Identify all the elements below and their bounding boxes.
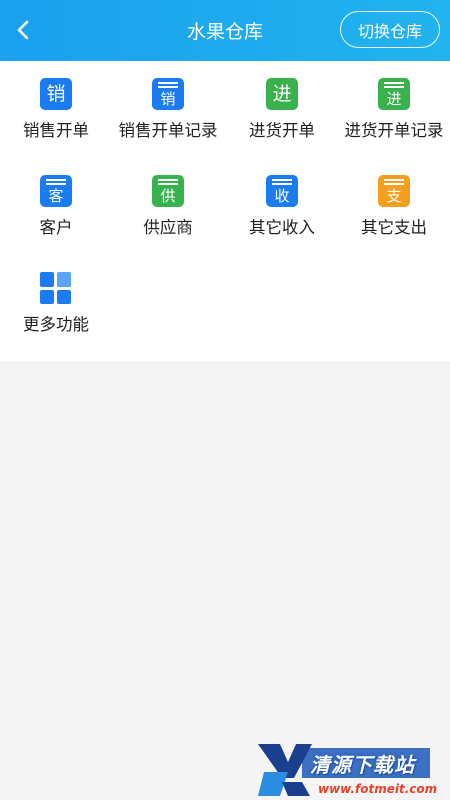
- menu-item-sales-order[interactable]: 销 销售开单: [0, 78, 112, 141]
- menu-item-label: 其它收入: [249, 218, 315, 237]
- menu-item-label: 销售开单: [23, 121, 89, 140]
- menu-item-customers[interactable]: 客 客户: [0, 175, 112, 238]
- menu-item-label: 销售开单记录: [118, 121, 218, 140]
- sales-records-icon: 销: [152, 78, 184, 110]
- menu-item-label: 进货开单记录: [344, 121, 444, 140]
- sales-order-icon: 销: [40, 78, 72, 110]
- watermark-url: www.fotmeit.com: [318, 782, 438, 796]
- menu-item-label: 更多功能: [23, 315, 89, 334]
- back-button[interactable]: [8, 15, 38, 45]
- grid-apps-icon: [40, 272, 72, 304]
- customer-icon: 客: [40, 175, 72, 207]
- menu-item-more-functions[interactable]: 更多功能: [0, 272, 112, 335]
- menu-item-sales-order-records[interactable]: 销 销售开单记录: [112, 78, 224, 141]
- menu-item-label: 供应商: [143, 218, 193, 237]
- watermark-text: 清源下载站: [310, 753, 415, 777]
- top-app-bar: 水果仓库 切换仓库: [0, 0, 450, 61]
- purchase-records-icon: 进: [378, 78, 410, 110]
- switch-warehouse-button[interactable]: 切换仓库: [340, 11, 440, 48]
- purchase-order-icon: 进: [266, 78, 298, 110]
- function-grid-panel: 销 销售开单 销 销售开单记录 进 进货开单 进 进货开单记录 客 客户 供 供…: [0, 61, 450, 363]
- supplier-icon: 供: [152, 175, 184, 207]
- menu-item-purchase-order-records[interactable]: 进 进货开单记录: [338, 78, 450, 141]
- menu-item-other-expense[interactable]: 支 其它支出: [338, 175, 450, 238]
- chevron-left-icon: [17, 20, 29, 40]
- menu-item-other-income[interactable]: 收 其它收入: [226, 175, 338, 238]
- income-icon: 收: [266, 175, 298, 207]
- menu-item-label: 进货开单: [249, 121, 315, 140]
- menu-item-purchase-order[interactable]: 进 进货开单: [226, 78, 338, 141]
- expense-icon: 支: [378, 175, 410, 207]
- menu-item-suppliers[interactable]: 供 供应商: [112, 175, 224, 238]
- menu-item-label: 客户: [39, 218, 73, 237]
- site-watermark: 清源下载站 www.fotmeit.com: [258, 742, 437, 798]
- menu-item-label: 其它支出: [361, 218, 427, 237]
